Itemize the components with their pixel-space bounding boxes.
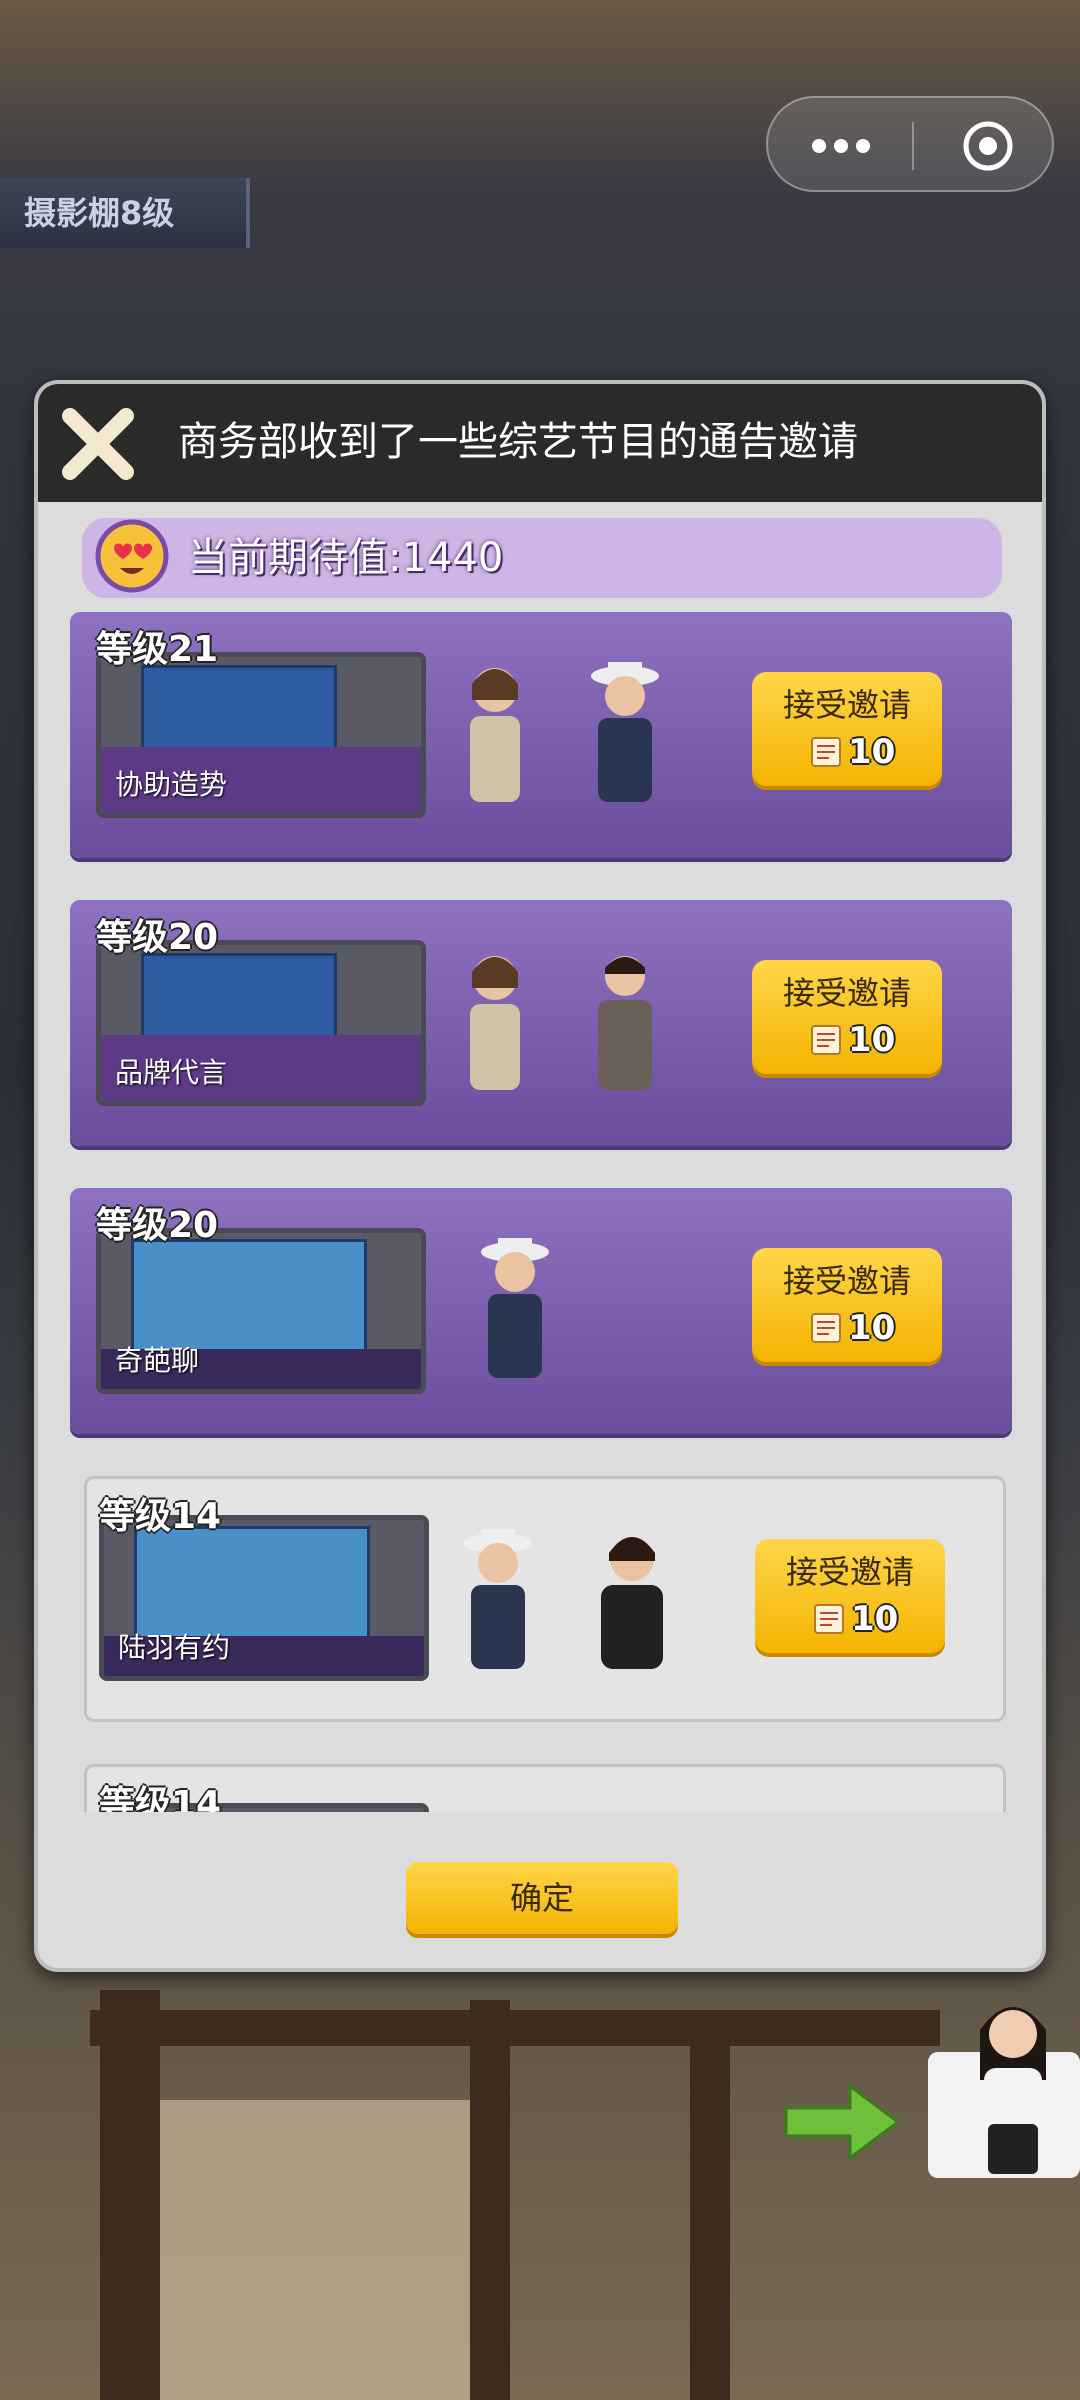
heart-eyes-emoji-icon — [95, 519, 169, 593]
cost-value: 10 — [848, 732, 896, 772]
invitation-card: 奇葩聊 等级20 接受邀请 10 — [70, 1188, 1012, 1434]
ticket-icon — [814, 1604, 844, 1634]
level-label: 等级21 — [96, 629, 219, 670]
artist-avatar — [591, 662, 659, 802]
invitation-card: 协助造势 等级21 接受邀请 10 — [70, 612, 1012, 858]
accept-invitation-button[interactable]: 接受邀请 10 — [752, 1248, 942, 1362]
artist-avatar — [470, 956, 520, 1090]
close-target-icon[interactable] — [962, 120, 1014, 172]
cost-value: 10 — [848, 1020, 896, 1060]
program-name: 品牌代言 — [115, 1056, 228, 1089]
confirm-button[interactable]: 确定 — [406, 1862, 678, 1934]
assistant-avatar[interactable] — [958, 1990, 1068, 2180]
mini-program-capsule — [766, 96, 1054, 192]
more-icon[interactable] — [808, 126, 918, 166]
artist-avatar — [481, 1238, 549, 1378]
program-thumbnail: 品牌代言 — [96, 940, 426, 1106]
accept-label: 接受邀请 — [782, 1262, 911, 1300]
ticket-icon — [811, 737, 841, 767]
invitation-card: 陆羽有约 等级14 接受邀请 10 — [84, 1476, 1006, 1722]
program-name: 陆羽有约 — [118, 1631, 231, 1664]
invitation-dialog: 商务部收到了一些综艺节目的通告邀请 当前期待值:1440 协助造势 等级21 接… — [34, 380, 1046, 1972]
level-label: 等级20 — [96, 917, 219, 958]
level-label: 等级14 — [99, 1784, 222, 1812]
pillar — [470, 2000, 510, 2400]
program-thumbnail: 陆羽有约 — [99, 1515, 429, 1681]
program-thumbnail: 协助造势 — [96, 652, 426, 818]
accept-invitation-button[interactable]: 接受邀请 10 — [755, 1539, 945, 1653]
pillar — [690, 2020, 730, 2400]
accept-label: 接受邀请 — [782, 686, 911, 724]
program-name: 协助造势 — [115, 768, 228, 801]
wall-panel — [160, 2100, 470, 2400]
accept-invitation-button[interactable]: 接受邀请 10 — [752, 672, 942, 786]
artist-avatar — [601, 1537, 663, 1669]
accept-label: 接受邀请 — [785, 1553, 914, 1591]
accept-invitation-button[interactable]: 接受邀请 10 — [752, 960, 942, 1074]
program-name: 奇葩聊 — [115, 1344, 200, 1377]
arrow-right-icon — [784, 2083, 901, 2161]
ticket-icon — [811, 1025, 841, 1055]
invitation-list[interactable]: 协助造势 等级21 接受邀请 10 品牌代言 等级20 接受邀请 10 奇葩聊 … — [38, 612, 1042, 1812]
roof-beam — [90, 2010, 940, 2046]
expectation-value: 当前期待值:1440 — [188, 535, 504, 581]
artist-avatar — [598, 956, 652, 1090]
talk-screen — [131, 1239, 367, 1355]
pillar — [100, 1990, 160, 2400]
dialog-header: 商务部收到了一些综艺节目的通告邀请 — [38, 384, 1042, 502]
cost-value: 10 — [848, 1308, 896, 1348]
talk-screen — [134, 1526, 370, 1642]
dialog-title: 商务部收到了一些综艺节目的通告邀请 — [178, 419, 858, 465]
level-label: 等级20 — [96, 1205, 219, 1246]
capsule-divider — [912, 122, 914, 170]
invitation-card: 等级14 — [84, 1764, 1006, 1812]
close-icon[interactable] — [60, 406, 136, 482]
artist-avatar — [464, 1529, 532, 1669]
artist-avatar — [470, 668, 520, 802]
studio-level-tag: 摄影棚8级 — [0, 178, 250, 248]
cost-value: 10 — [851, 1599, 899, 1639]
level-label: 等级14 — [99, 1496, 222, 1537]
ticket-icon — [811, 1313, 841, 1343]
invitation-card: 品牌代言 等级20 接受邀请 10 — [70, 900, 1012, 1146]
program-thumbnail: 奇葩聊 — [96, 1228, 426, 1394]
accept-label: 接受邀请 — [782, 974, 911, 1012]
